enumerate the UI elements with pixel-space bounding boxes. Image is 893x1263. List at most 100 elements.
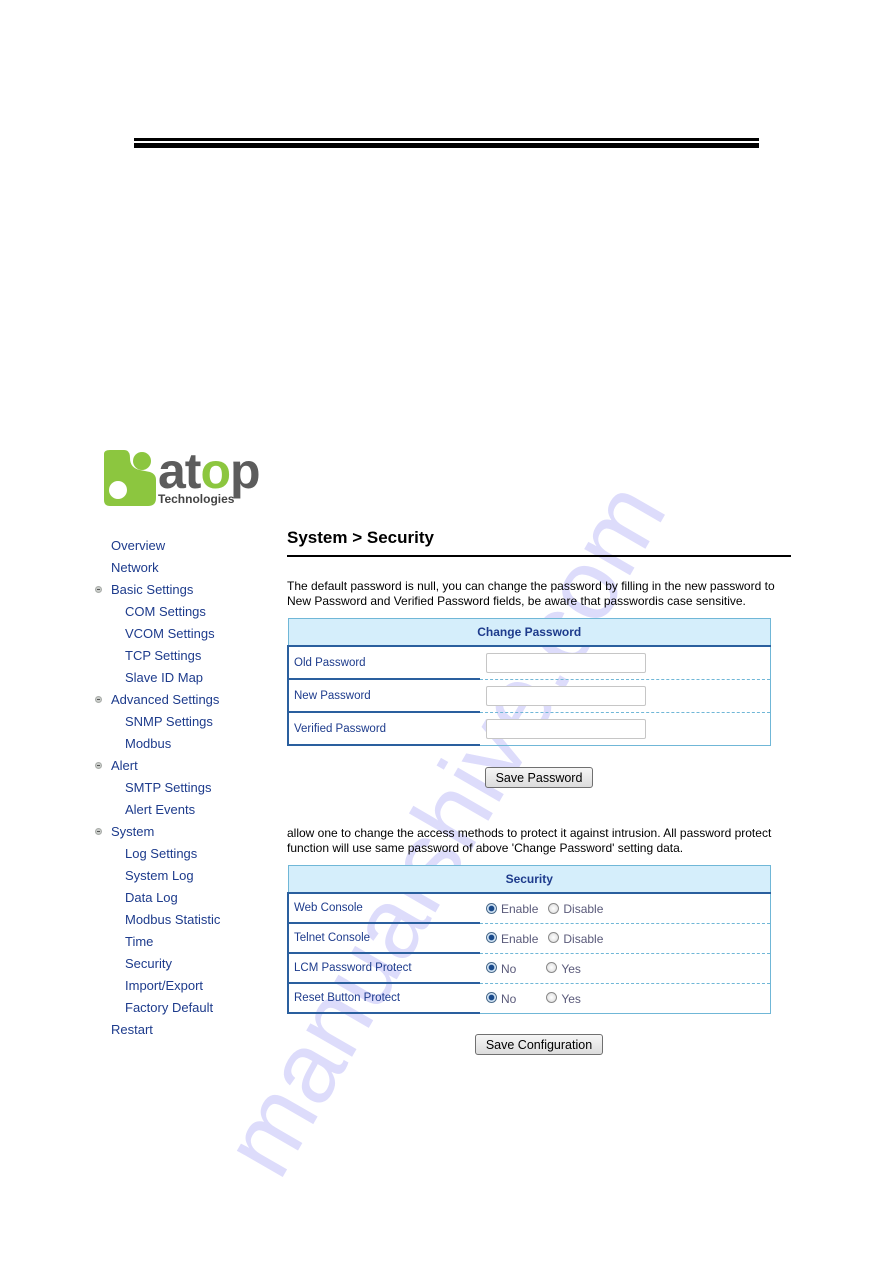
collapse-bullet-icon[interactable]	[95, 828, 102, 835]
table-row: Old Password	[287, 646, 771, 680]
verified-password-label: Verified Password	[287, 712, 480, 746]
header-rule-thin	[134, 138, 759, 141]
lcm-password-protect-option-yes[interactable]: Yes	[546, 960, 581, 976]
table-row: Reset Button Protect No Yes	[287, 983, 771, 1014]
sidebar-item-import-export[interactable]: Import/Export	[92, 975, 272, 997]
radio-label: No	[501, 991, 517, 1006]
sidebar-item-system-log[interactable]: System Log	[92, 865, 272, 887]
web-console-option-enable[interactable]: Enable	[486, 900, 538, 916]
change-password-table: Change Password Old Password New Passwor…	[287, 618, 771, 746]
security-description: allow one to change the access methods t…	[287, 826, 772, 855]
sidebar-nav: Overview Network Basic Settings COM Setting…	[92, 535, 272, 1041]
sidebar-item-label: Import/Export	[125, 978, 204, 993]
radio-unchecked-icon[interactable]	[548, 932, 560, 944]
radio-label: Disable	[563, 902, 604, 916]
reset-button-protect-radio-group: No Yes	[486, 990, 591, 1006]
telnet-console-label: Telnet Console	[287, 923, 480, 954]
old-password-label: Old Password	[287, 646, 480, 680]
telnet-console-option-enable[interactable]: Enable	[486, 930, 538, 946]
sidebar-item-overview[interactable]: Overview	[92, 535, 272, 557]
sidebar-item-label: Modbus	[125, 736, 172, 751]
sidebar-item-label: Alert Events	[125, 802, 196, 817]
page-title: System > Security	[287, 528, 434, 547]
header-rule-thick	[134, 143, 759, 148]
sidebar-item-time[interactable]: Time	[92, 931, 272, 953]
sidebar-item-label: System	[111, 824, 155, 839]
table-row: Web Console Enable Disable	[287, 893, 771, 924]
sidebar-item-tcp-settings[interactable]: TCP Settings	[92, 645, 272, 667]
lcm-password-protect-radio-group: No Yes	[486, 960, 591, 976]
new-password-input[interactable]	[486, 685, 646, 706]
radio-label: Enable	[501, 931, 539, 946]
atop-logo: atop Technologies	[102, 443, 280, 510]
radio-unchecked-icon[interactable]	[548, 902, 560, 914]
intro-text: The default password is null, you can ch…	[287, 579, 775, 608]
reset-button-protect-option-yes[interactable]: Yes	[546, 990, 581, 1006]
save-password-button[interactable]: Save Password	[484, 767, 594, 788]
change-password-header: Change Password	[287, 618, 771, 647]
radio-checked-icon[interactable]	[486, 932, 497, 944]
sidebar-item-network[interactable]: Network	[92, 557, 272, 579]
sidebar-item-advanced-settings[interactable]: Advanced Settings	[92, 689, 272, 711]
main-content: System > Security The default password i…	[287, 525, 791, 1055]
radio-unchecked-icon[interactable]	[546, 962, 558, 974]
logo-mark-icon	[104, 450, 156, 506]
sidebar-item-modbus-statistic[interactable]: Modbus Statistic	[92, 909, 272, 931]
sidebar-item-alert[interactable]: Alert	[92, 755, 272, 777]
collapse-bullet-icon[interactable]	[95, 762, 102, 769]
save-configuration-button[interactable]: Save Configuration	[474, 1034, 604, 1055]
sidebar-item-modbus[interactable]: Modbus	[92, 733, 272, 755]
sidebar-item-label: System Log	[125, 868, 194, 883]
radio-label: Yes	[561, 961, 581, 976]
sidebar-item-label: Alert	[111, 758, 138, 773]
sidebar-item-label: Basic Settings	[111, 582, 194, 597]
sidebar-item-label: Restart	[111, 1022, 153, 1037]
verified-password-input[interactable]	[486, 718, 646, 739]
sidebar-item-label: Factory Default	[125, 1000, 214, 1015]
sidebar-item-data-log[interactable]: Data Log	[92, 887, 272, 909]
sidebar-item-vcom-settings[interactable]: VCOM Settings	[92, 623, 272, 645]
sidebar-item-label: TCP Settings	[125, 648, 202, 663]
radio-label: No	[501, 961, 517, 976]
sidebar-item-snmp-settings[interactable]: SNMP Settings	[92, 711, 272, 733]
sidebar-item-slave-id-map[interactable]: Slave ID Map	[92, 667, 272, 689]
sidebar-item-smtp-settings[interactable]: SMTP Settings	[92, 777, 272, 799]
radio-label: Disable	[563, 931, 604, 946]
reset-button-protect-option-no[interactable]: No	[486, 990, 516, 1006]
radio-unchecked-icon[interactable]	[546, 992, 558, 1004]
sidebar-item-label: Modbus Statistic	[125, 912, 221, 927]
sidebar-item-label: SMTP Settings	[125, 780, 212, 795]
sidebar-item-basic-settings[interactable]: Basic Settings	[92, 579, 272, 601]
sidebar-item-alert-events[interactable]: Alert Events	[92, 799, 272, 821]
collapse-bullet-icon[interactable]	[95, 696, 102, 703]
web-console-label: Web Console	[287, 893, 480, 924]
sidebar-item-restart[interactable]: Restart	[92, 1019, 272, 1041]
sidebar-item-label: Data Log	[125, 890, 178, 905]
collapse-bullet-icon[interactable]	[95, 586, 102, 593]
sidebar-item-log-settings[interactable]: Log Settings	[92, 843, 272, 865]
web-console-radio-group: Enable Disable	[486, 900, 613, 916]
radio-checked-icon[interactable]	[486, 902, 497, 914]
radio-checked-icon[interactable]	[486, 992, 497, 1004]
lcm-password-protect-option-no[interactable]: No	[486, 960, 516, 976]
lcm-password-protect-label: LCM Password Protect	[287, 953, 480, 984]
sidebar-item-label: COM Settings	[125, 604, 206, 619]
sidebar-item-security[interactable]: Security	[92, 953, 272, 975]
sidebar-item-label: Advanced Settings	[111, 692, 220, 707]
security-header: Security	[287, 865, 771, 894]
sidebar-item-label: Security	[125, 956, 172, 971]
table-row: New Password	[287, 679, 771, 713]
old-password-input[interactable]	[486, 652, 646, 673]
sidebar-item-label: Slave ID Map	[125, 670, 204, 685]
radio-checked-icon[interactable]	[486, 962, 497, 974]
logo-tagline: Technologies	[158, 492, 235, 506]
title-divider	[287, 555, 791, 557]
telnet-console-radio-group: Enable Disable	[486, 930, 613, 946]
web-console-option-disable[interactable]: Disable	[548, 900, 603, 916]
telnet-console-option-disable[interactable]: Disable	[548, 930, 603, 946]
sidebar-item-factory-default[interactable]: Factory Default	[92, 997, 272, 1019]
sidebar-item-label: Log Settings	[125, 846, 198, 861]
sidebar-item-label: VCOM Settings	[125, 626, 215, 641]
sidebar-item-system[interactable]: System	[92, 821, 272, 843]
sidebar-item-com-settings[interactable]: COM Settings	[92, 601, 272, 623]
